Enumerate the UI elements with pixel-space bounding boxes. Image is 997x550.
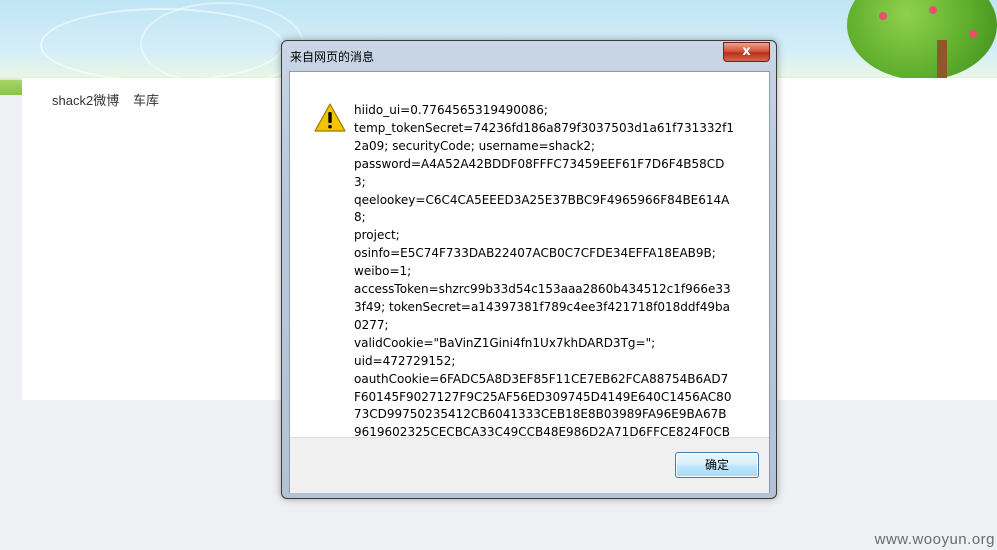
dialog-title: 来自网页的消息 [290,50,375,64]
nav-item-garage[interactable]: 车库 [133,90,159,109]
dialog-footer: 确定 [290,437,769,493]
dialog-message: hiido_ui=0.7764565319490086; temp_tokenS… [354,103,734,475]
ok-button[interactable]: 确定 [675,452,759,478]
close-button[interactable]: x [723,42,770,62]
alert-dialog: 来自网页的消息 x hiido_ui=0.7764565319490086; t… [281,40,777,499]
tree-decoration [837,0,997,85]
dialog-body: hiido_ui=0.7764565319490086; temp_tokenS… [289,71,770,493]
watermark: www.wooyun.org [874,531,995,548]
nav-item-weibo[interactable]: shack2微博 [52,90,119,109]
close-icon: x [742,44,751,59]
message-area: hiido_ui=0.7764565319490086; temp_tokenS… [290,72,769,475]
heart-decoration [140,2,304,86]
warning-icon [314,103,346,132]
